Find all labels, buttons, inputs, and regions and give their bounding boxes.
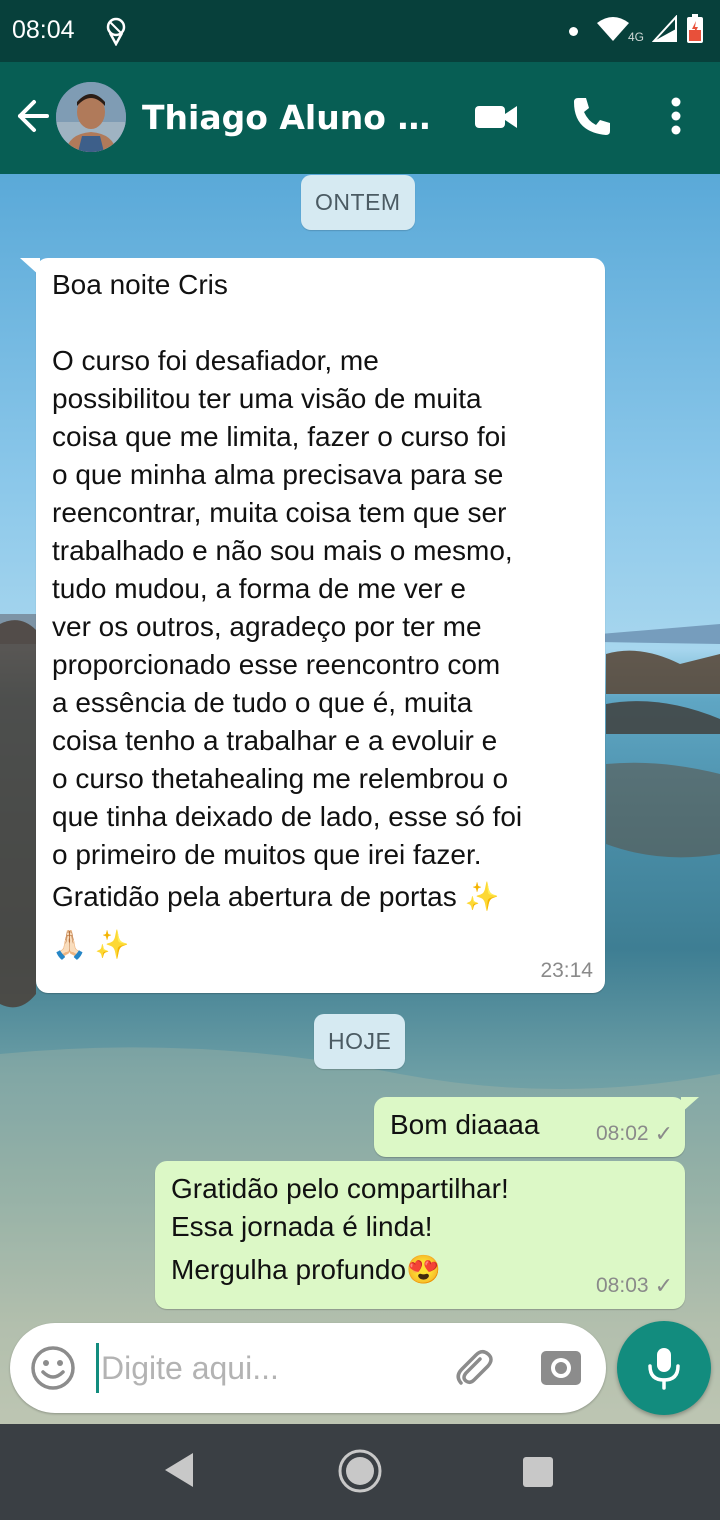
message-text: Boa noite Cris O curso foi desafiador, m… (52, 266, 522, 970)
bubble-tail (20, 258, 40, 276)
network-type: 4G (627, 30, 644, 44)
message-line: coisa que me limita, fazer o curso foi (52, 421, 507, 452)
nav-home-icon[interactable] (337, 1448, 383, 1498)
message-bubble-outgoing[interactable]: Gratidão pelo compartilhar! Essa jornada… (155, 1161, 685, 1309)
message-line: Mergulha profundo😍 (171, 1254, 441, 1285)
voice-message-button[interactable] (617, 1321, 711, 1415)
sent-check-icon: ✓ (654, 1121, 673, 1146)
microphone-icon (648, 1348, 680, 1390)
message-line: coisa tenho a trabalhar e a evoluir e (52, 725, 498, 756)
nav-recents-icon[interactable] (522, 1456, 554, 1492)
back-arrow-icon[interactable] (14, 98, 50, 138)
notification-dot (568, 26, 578, 36)
nav-back-icon[interactable] (162, 1450, 196, 1494)
wifi-icon (596, 15, 630, 47)
emoji-icon[interactable] (30, 1345, 76, 1395)
battery-icon (686, 14, 704, 48)
message-line: Essa jornada é linda! (171, 1211, 433, 1242)
message-line: trabalhado e não sou mais o mesmo, (52, 535, 513, 566)
voice-call-icon[interactable] (570, 94, 614, 142)
message-line: possibilitou ter uma visão de muita (52, 383, 482, 414)
message-line: proporcionado esse reencontro com (52, 649, 501, 680)
message-line: o que minha alma precisava para se (52, 459, 504, 490)
message-time: 08:03 (596, 1274, 649, 1297)
system-nav-bar (0, 1424, 720, 1520)
message-line: reencontrar, muita coisa tem que ser (52, 497, 507, 528)
chat-area[interactable]: ONTEM Boa noite Cris O curso foi desafia… (0, 174, 720, 1424)
date-separator-today: HOJE (314, 1014, 406, 1069)
more-options-icon[interactable] (664, 94, 688, 142)
bubble-tail (681, 1097, 699, 1113)
status-time: 08:04 (12, 16, 75, 44)
message-bubble-incoming[interactable]: Boa noite Cris O curso foi desafiador, m… (20, 258, 605, 993)
message-line: 🙏🏻 ✨ (52, 929, 130, 960)
location-icon (104, 16, 128, 50)
message-line: Gratidão pela abertura de portas ✨ (52, 881, 500, 912)
camera-icon[interactable] (538, 1345, 584, 1395)
sent-check-icon: ✓ (654, 1273, 673, 1298)
message-meta: 08:03 ✓ (596, 1273, 673, 1299)
message-text: Gratidão pelo compartilhar! Essa jornada… (171, 1170, 509, 1294)
message-line: o primeiro de muitos que irei fazer. (52, 839, 482, 870)
video-call-icon[interactable] (474, 94, 518, 142)
status-bar: 08:04 4G (0, 0, 720, 62)
message-line: Gratidão pelo compartilhar! (171, 1173, 509, 1204)
message-bubble-outgoing[interactable]: Bom diaaaa 08:02 ✓ (374, 1097, 699, 1157)
date-separator-yesterday: ONTEM (301, 175, 415, 230)
message-line: Bom diaaaa (390, 1109, 540, 1140)
message-line: a essência de tudo o que é, muita (52, 687, 473, 718)
message-line: O curso foi desafiador, me (52, 345, 379, 376)
message-time: 08:02 (596, 1122, 649, 1145)
signal-icon (651, 14, 678, 47)
message-line: Boa noite Cris (52, 269, 228, 300)
chat-header: Thiago Aluno Th... (0, 62, 720, 174)
status-icons: 4G (568, 14, 704, 48)
contact-name[interactable]: Thiago Aluno Th... (142, 98, 442, 137)
message-line: ver os outros, agradeço por ter me (52, 611, 482, 642)
message-composer (10, 1323, 606, 1413)
contact-avatar[interactable] (56, 82, 126, 152)
message-input[interactable] (96, 1343, 436, 1393)
message-line (52, 304, 522, 342)
message-meta: 08:02 ✓ (596, 1121, 673, 1147)
message-line: tudo mudou, a forma de me ver e (52, 573, 466, 604)
message-line: que tinha deixado de lado, esse só foi (52, 801, 523, 832)
message-line: o curso thetahealing me relembrou o (52, 763, 509, 794)
attach-icon[interactable] (450, 1345, 496, 1395)
message-time: 23:14 (540, 959, 593, 982)
